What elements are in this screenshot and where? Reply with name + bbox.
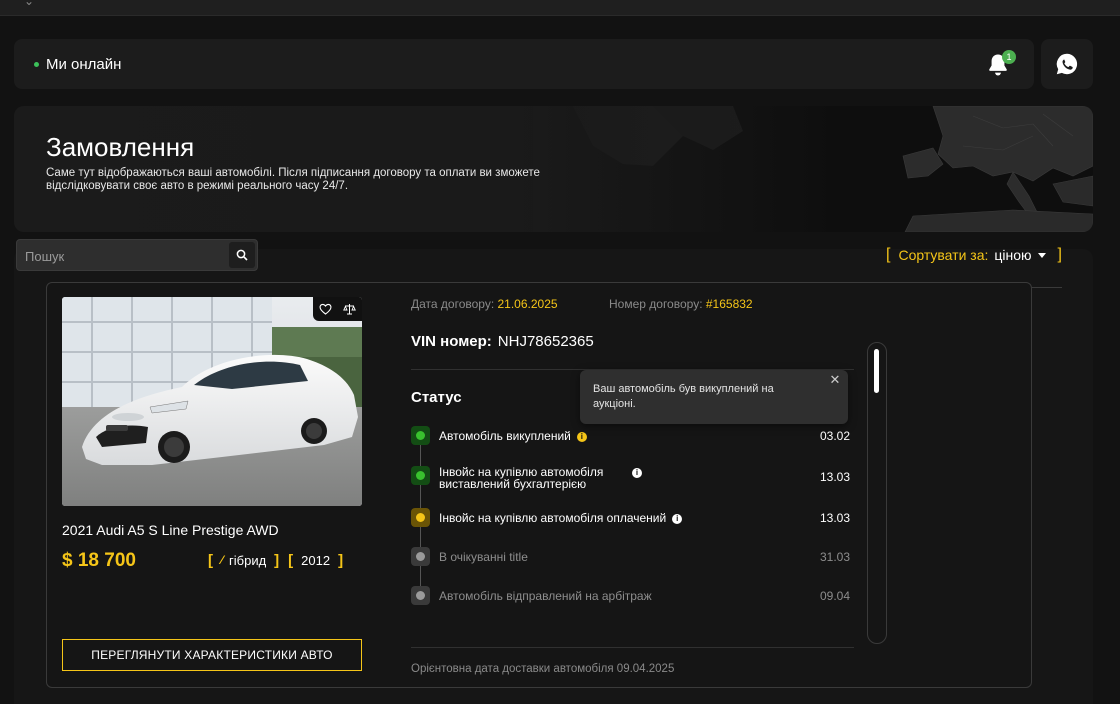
- info-icon[interactable]: i: [576, 432, 587, 442]
- contract-number-label: Номер договору:: [609, 297, 703, 311]
- status-step-date: 03.02: [819, 429, 850, 443]
- info-icon[interactable]: i: [672, 514, 683, 524]
- search-input[interactable]: [25, 246, 225, 266]
- chevron-down-icon: [1037, 252, 1046, 258]
- header-bar: Ми онлайн: [14, 39, 1034, 89]
- status-node-done: [411, 426, 430, 445]
- status-step-label: Автомобіль викуплений i: [439, 430, 587, 442]
- divider: [411, 647, 854, 648]
- car-tags: [ ⁄ гібрид ] [ 2012 ]: [208, 550, 343, 570]
- status-node-done: [411, 466, 430, 485]
- sort-value: ціною: [994, 247, 1032, 263]
- status-step-date: 09.04: [819, 589, 850, 603]
- status-step-label: В очікуванні title: [439, 550, 528, 564]
- bracket-right: ]: [274, 551, 280, 569]
- status-step-label: Інвойс на купівлю автомобіля оплачений i: [439, 512, 683, 524]
- search-box: [16, 239, 258, 271]
- bracket-left: [: [288, 551, 294, 569]
- vin-value: NHJ78652365: [497, 333, 594, 350]
- whatsapp-button[interactable]: [1041, 39, 1093, 89]
- orders-hero-banner: Замовлення Саме тут відображаються ваші …: [14, 106, 1093, 232]
- car-photo[interactable]: [62, 297, 362, 506]
- vin: VIN номер: NHJ78652365: [411, 333, 594, 350]
- view-specs-button[interactable]: ПЕРЕГЛЯНУТИ ХАРАКТЕРИСТИКИ АВТО: [62, 639, 362, 671]
- top-strip-glyph: ⌄: [24, 0, 35, 8]
- bracket-left: [: [886, 246, 891, 263]
- contract-number-value: #165832: [705, 297, 753, 311]
- car-price: $ 18 700: [62, 550, 136, 571]
- status-step-date: 31.03: [819, 550, 850, 564]
- search-button[interactable]: [229, 242, 255, 268]
- status-node-pending: [411, 547, 430, 566]
- whatsapp-icon: [1056, 53, 1078, 75]
- photo-actions: [313, 297, 362, 321]
- notifications-badge: 1: [1002, 50, 1016, 64]
- car-name: 2021 Audi A5 S Line Prestige AWD: [62, 522, 279, 538]
- compare-scales-icon[interactable]: [343, 303, 357, 315]
- car-year: 2012: [301, 552, 331, 568]
- status-step-date: 13.03: [819, 470, 850, 484]
- scrollbar-thumb[interactable]: [874, 349, 879, 393]
- status-step-label: Інвойс на купівлю автомобіля виставлений…: [439, 465, 604, 491]
- hybrid-fuel-icon: ⁄: [221, 553, 224, 567]
- contract-date-label: Дата договору:: [411, 297, 495, 311]
- tooltip-text: Ваш автомобіль був викуплений на аукціон…: [593, 383, 774, 410]
- heart-icon[interactable]: [319, 303, 332, 315]
- sort-dropdown[interactable]: [ Сортувати за: ціною ]: [886, 245, 1062, 265]
- status-tooltip: Ваш автомобіль був викуплений на аукціон…: [580, 370, 848, 424]
- contract-date-value: 21.06.2025: [497, 297, 558, 311]
- status-node-current: [411, 508, 430, 527]
- status-step-date: 13.03: [819, 511, 850, 525]
- search-icon: [236, 249, 248, 261]
- page-title: Замовлення: [46, 132, 195, 162]
- bracket-right: ]: [1057, 246, 1062, 263]
- sort-label: Сортувати за:: [898, 247, 989, 263]
- top-strip: ⌄: [0, 0, 1120, 16]
- estimated-delivery: Орієнтовна дата доставки автомобіля 09.0…: [411, 663, 675, 675]
- bracket-right: ]: [338, 551, 344, 569]
- close-icon[interactable]: ✕: [828, 373, 842, 387]
- page-subtitle: Саме тут відображаються ваші автомобілі.…: [46, 167, 540, 192]
- online-status-dot: [34, 62, 39, 67]
- info-icon[interactable]: i: [632, 468, 642, 478]
- status-title: Статус: [411, 389, 462, 406]
- fuel-type: гібрид: [229, 552, 267, 568]
- contract-number: Номер договору: #165832: [609, 297, 753, 311]
- online-status-text: Ми онлайн: [46, 56, 122, 73]
- vin-label: VIN номер:: [411, 333, 492, 350]
- status-node-pending: [411, 586, 430, 605]
- contract-date: Дата договору: 21.06.2025: [411, 297, 558, 311]
- world-map-illustration: [533, 106, 1093, 232]
- bracket-left: [: [208, 551, 213, 569]
- status-step-label: Автомобіль відправлений на арбітраж: [439, 589, 652, 603]
